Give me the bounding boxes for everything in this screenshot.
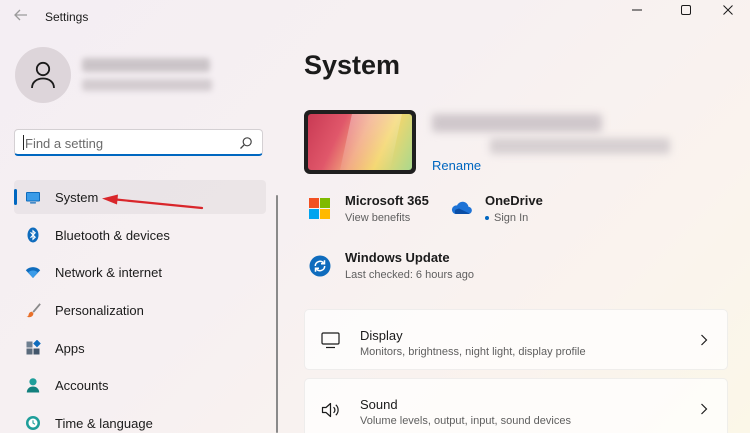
sidebar-item-label: Time & language [55, 416, 153, 431]
sidebar-item-bluetooth[interactable]: Bluetooth & devices [14, 218, 266, 252]
close-icon [723, 5, 733, 15]
redacted-user-email [82, 79, 212, 91]
monitor-icon [26, 192, 40, 204]
device-thumbnail [304, 110, 416, 174]
brush-icon [26, 303, 41, 318]
quick-link-title: Microsoft 365 [345, 193, 429, 208]
sync-icon [309, 255, 331, 277]
search-icon[interactable] [239, 136, 253, 150]
chevron-right-icon [701, 334, 708, 346]
card-title: Sound [360, 397, 398, 412]
display-card[interactable]: Display Monitors, brightness, night ligh… [304, 309, 728, 370]
quick-link-title: OneDrive [485, 193, 543, 208]
cloud-icon [451, 201, 472, 215]
onedrive-status-text: Sign In [494, 212, 529, 224]
app-title: Settings [45, 10, 89, 24]
sidebar-item-label: Network & internet [55, 265, 162, 280]
sidebar-item-label: Personalization [55, 303, 144, 318]
maximize-icon [681, 5, 691, 15]
quick-link-subtitle: Last checked: 6 hours ago [345, 269, 475, 281]
quick-link-subtitle: Sign In [485, 212, 528, 224]
redacted-device-name [432, 114, 602, 132]
wifi-icon [25, 267, 41, 278]
avatar[interactable] [15, 47, 71, 103]
title-bar: Settings [0, 0, 750, 34]
microsoft-logo-icon [309, 198, 330, 219]
apps-icon [26, 340, 41, 355]
speaker-icon [321, 402, 339, 418]
microsoft-365-link[interactable]: Microsoft 365 View benefits [309, 193, 434, 227]
onedrive-link[interactable]: OneDrive Sign In [450, 193, 550, 227]
back-arrow-icon [14, 9, 27, 21]
quick-link-title: Windows Update [345, 250, 450, 265]
windows-update-link[interactable]: Windows Update Last checked: 6 hours ago [309, 250, 484, 284]
minimize-button[interactable] [614, 0, 660, 20]
chevron-right-icon [701, 403, 708, 415]
globe-clock-icon [26, 416, 40, 430]
sidebar-item-time-language[interactable]: Time & language [14, 406, 266, 433]
minimize-icon [632, 9, 642, 11]
search-box[interactable] [14, 129, 263, 156]
device-wallpaper [308, 114, 412, 170]
sidebar-item-label: Apps [55, 341, 85, 356]
redacted-user-name [82, 58, 210, 72]
sound-card[interactable]: Sound Volume levels, output, input, soun… [304, 378, 728, 433]
person-icon [31, 61, 55, 89]
display-icon [321, 332, 340, 349]
sidebar-item-accounts[interactable]: Accounts [14, 368, 266, 402]
accounts-icon [26, 378, 40, 393]
status-dot [485, 216, 489, 221]
card-title: Display [360, 328, 403, 343]
sidebar-item-label: Bluetooth & devices [55, 228, 170, 243]
card-subtitle: Monitors, brightness, night light, displ… [360, 346, 586, 358]
card-subtitle: Volume levels, output, input, sound devi… [360, 415, 571, 427]
sidebar-item-personalization[interactable]: Personalization [14, 293, 266, 327]
sidebar-item-network[interactable]: Network & internet [14, 255, 266, 289]
back-button[interactable] [10, 7, 32, 27]
page-title: System [304, 50, 401, 80]
sidebar-scrollbar[interactable] [276, 195, 278, 433]
bluetooth-icon [27, 227, 39, 243]
close-button[interactable] [705, 0, 750, 20]
maximize-button[interactable] [663, 0, 709, 20]
sidebar-item-system[interactable]: System [14, 180, 266, 214]
redacted-device-model [490, 138, 670, 154]
sidebar-item-label: System [55, 190, 99, 205]
sidebar-item-apps[interactable]: Apps [14, 331, 266, 365]
sidebar-item-label: Accounts [55, 378, 109, 393]
quick-link-subtitle: View benefits [345, 212, 411, 224]
text-caret [23, 135, 24, 150]
selection-indicator [14, 189, 17, 205]
rename-link[interactable]: Rename [432, 158, 481, 173]
search-input[interactable] [23, 133, 232, 153]
